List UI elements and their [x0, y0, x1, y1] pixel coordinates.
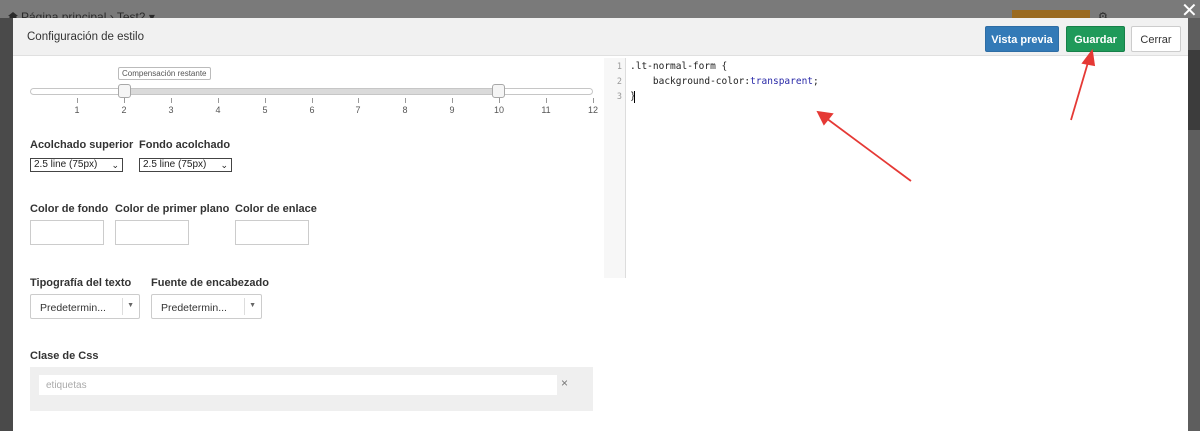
slider-tick-label: 8 [402, 105, 408, 115]
link-color-label: Color de enlace [235, 203, 317, 215]
css-class-input[interactable]: etiquetas [39, 375, 557, 395]
slider-tick [312, 98, 313, 103]
css-class-label: Clase de Css [30, 350, 99, 362]
close-button[interactable]: Cerrar [1131, 26, 1181, 52]
slider-tick-label: 5 [262, 105, 268, 115]
slider-tick [77, 98, 78, 103]
padding-top-label: Acolchado superior [30, 139, 134, 151]
text-font-select[interactable]: Predetermin... ▼ [30, 294, 140, 319]
editor-gutter: 1 2 3 [604, 58, 626, 278]
offset-slider-range [124, 88, 498, 95]
code-line-1: .lt-normal-form { [630, 61, 728, 72]
text-cursor [634, 91, 635, 103]
line-number: 3 [616, 92, 622, 102]
slider-tick-label: 10 [493, 105, 504, 115]
slider-tick [171, 98, 172, 103]
background-right-block [1188, 50, 1200, 130]
background-color-label: Color de fondo [30, 203, 109, 215]
line-number: 2 [616, 77, 622, 87]
padding-bottom-label: Fondo acolchado [139, 139, 231, 151]
slider-tick [499, 98, 500, 103]
text-font-label: Tipografía del texto [30, 277, 132, 289]
css-class-field: etiquetas × [30, 367, 593, 411]
preview-button[interactable]: Vista previa [985, 26, 1059, 52]
slider-tick [593, 98, 594, 103]
slider-tick-label: 4 [215, 105, 221, 115]
slider-tick [405, 98, 406, 103]
link-color-input[interactable] [235, 220, 309, 245]
close-icon[interactable]: ✕ [1181, 1, 1198, 21]
slider-tick [265, 98, 266, 103]
slider-tick-label: 9 [449, 105, 455, 115]
background-color-input[interactable] [30, 220, 104, 245]
css-code-editor[interactable]: 1 2 3 .lt-normal-form { background-color… [604, 58, 1188, 278]
caret-down-icon: ▼ [249, 302, 256, 309]
clear-icon[interactable]: × [561, 376, 568, 390]
heading-font-label: Fuente de encabezado [151, 277, 269, 289]
slider-tick-label: 2 [121, 105, 127, 115]
padding-top-select[interactable]: 2.5 line (75px) ⌄ [30, 158, 123, 172]
slider-tick-label: 3 [168, 105, 174, 115]
save-button[interactable]: Guardar [1066, 26, 1125, 52]
slider-handle-lower[interactable] [118, 84, 131, 98]
modal-title: Configuración de estilo [27, 31, 144, 43]
caret-down-icon: ▼ [127, 302, 134, 309]
background-left-edge [0, 18, 13, 431]
foreground-color-input[interactable] [115, 220, 189, 245]
slider-tick [546, 98, 547, 103]
heading-font-select[interactable]: Predetermin... ▼ [151, 294, 262, 319]
chevron-down-icon: ⌄ [111, 160, 119, 170]
slider-tick [124, 98, 125, 103]
line-number: 1 [616, 62, 622, 72]
slider-tooltip: Compensación restante [118, 67, 211, 80]
slider-tick-label: 6 [309, 105, 315, 115]
slider-handle-upper[interactable] [492, 84, 505, 98]
slider-tick-label: 1 [74, 105, 80, 115]
padding-bottom-select[interactable]: 2.5 line (75px) ⌄ [139, 158, 232, 172]
modal-header: Configuración de estilo Vista previa Gua… [13, 18, 1188, 56]
slider-tick [452, 98, 453, 103]
chevron-down-icon: ⌄ [220, 160, 228, 170]
slider-tick-label: 12 [587, 105, 598, 115]
slider-tick-label: 7 [355, 105, 361, 115]
slider-tick-label: 11 [541, 105, 551, 115]
style-settings-modal: Configuración de estilo Vista previa Gua… [13, 18, 1188, 431]
code-line-2: background-color:transparent; [630, 76, 819, 87]
foreground-color-label: Color de primer plano [115, 203, 230, 215]
slider-tick [358, 98, 359, 103]
slider-tick [218, 98, 219, 103]
